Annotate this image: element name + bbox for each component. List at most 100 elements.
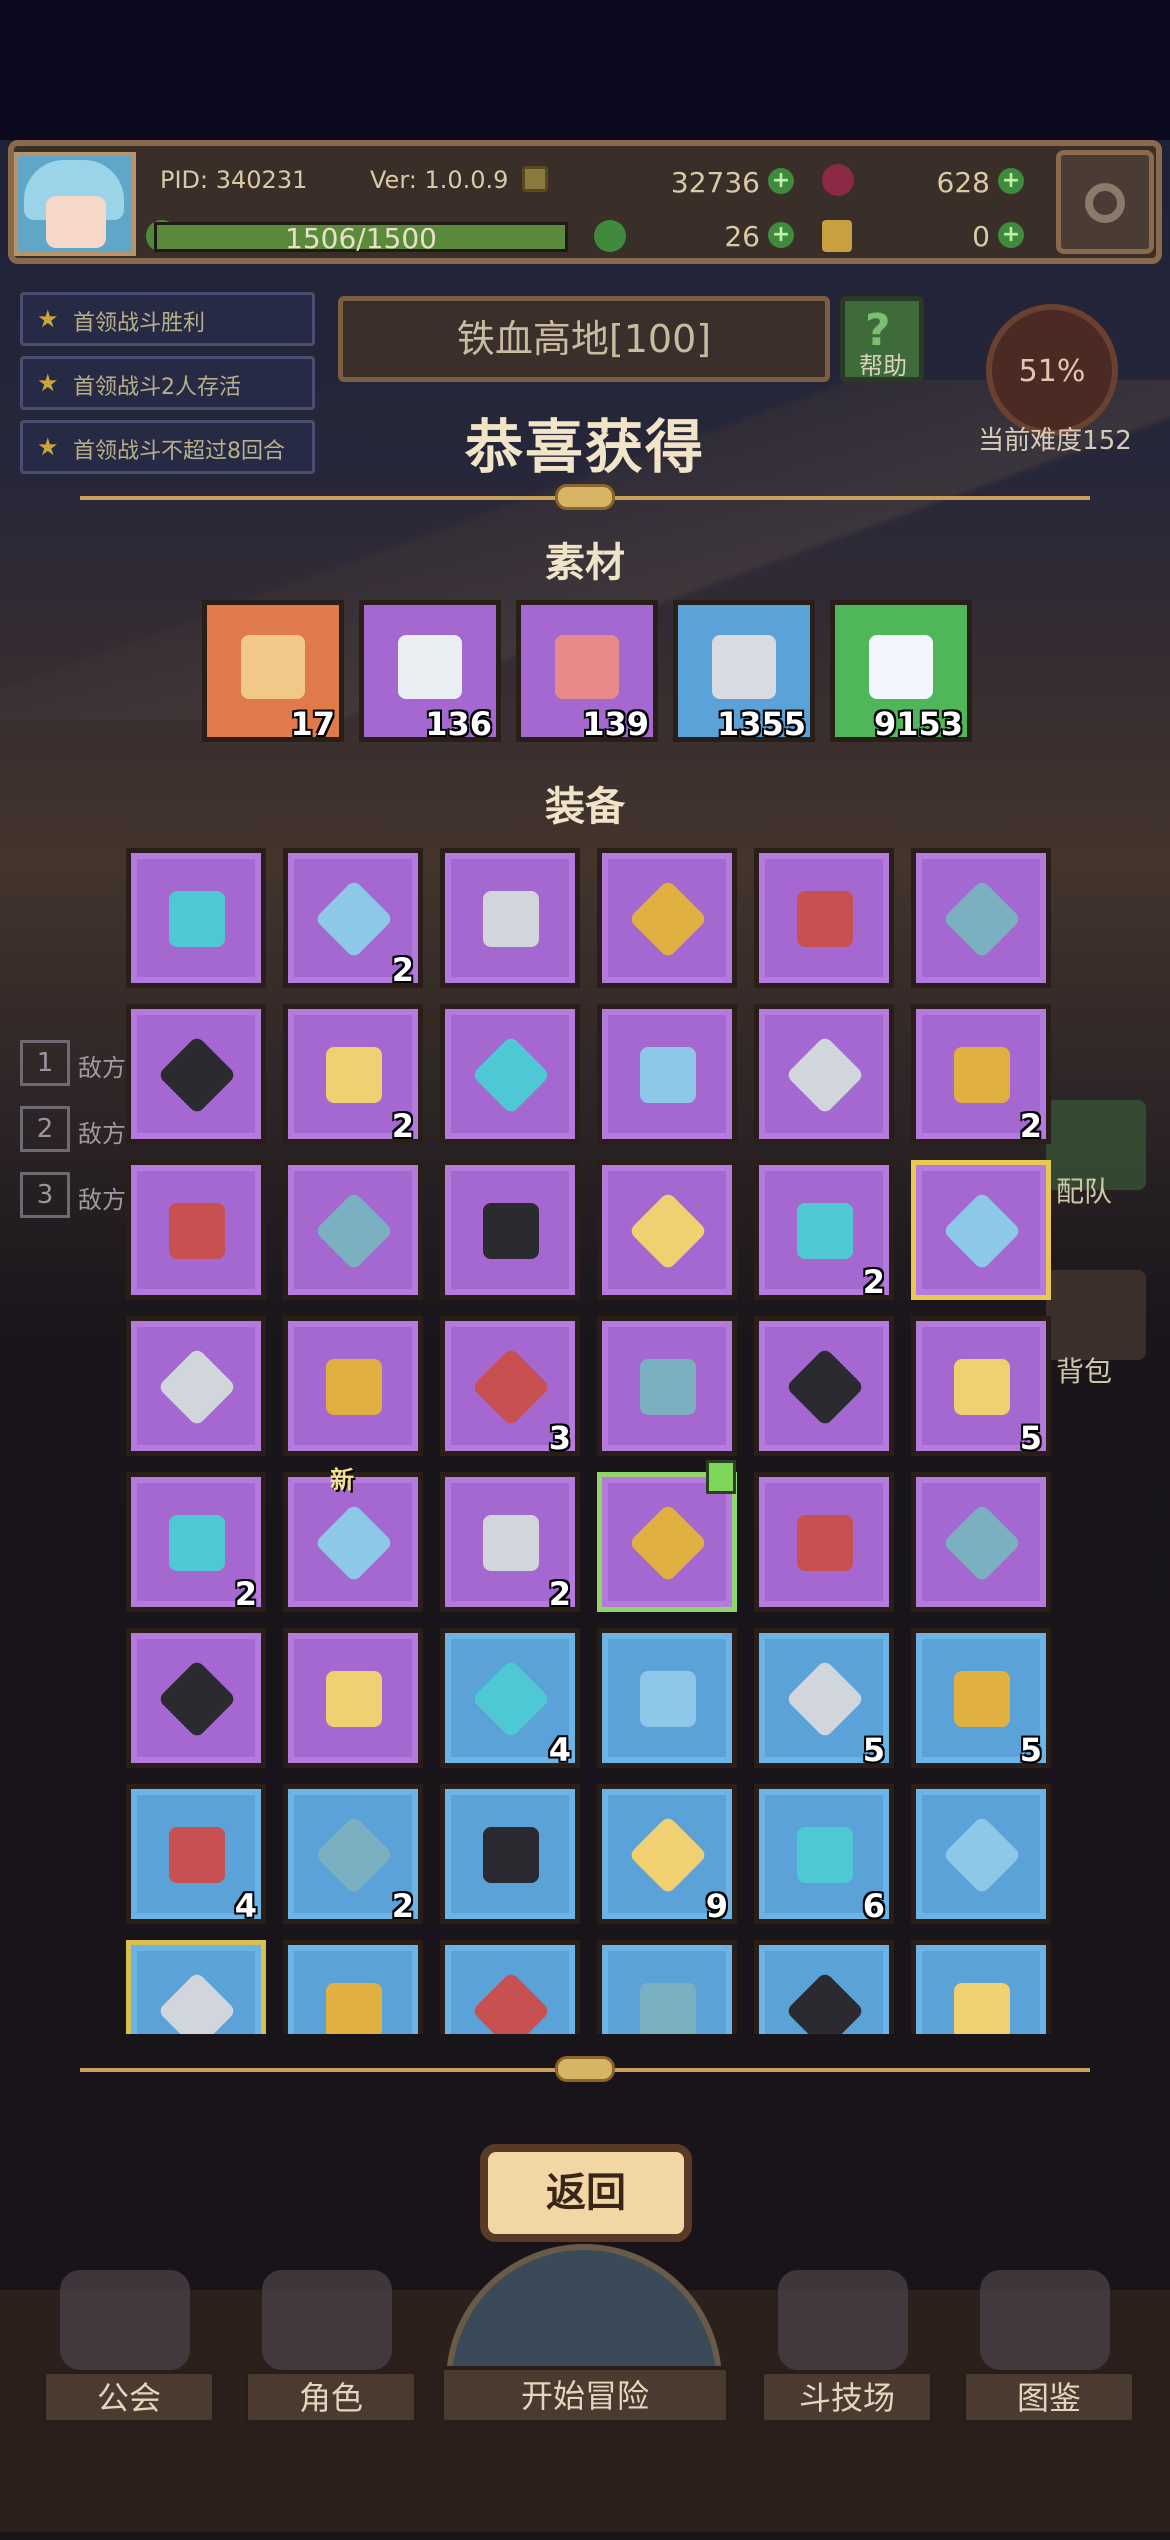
nav-character[interactable]: 角色	[244, 2370, 418, 2424]
material-slot[interactable]: 136	[359, 600, 501, 743]
green-bracelet-icon	[157, 1347, 237, 1427]
ruby-shield-icon	[785, 1971, 865, 2034]
equipment-slot[interactable]	[126, 848, 266, 988]
equipment-slot[interactable]: 9	[597, 1784, 737, 1925]
equipment-slot[interactable]: 4	[126, 1784, 266, 1925]
material-slot[interactable]: 1355	[673, 600, 815, 743]
equipment-slot[interactable]: 5	[911, 1628, 1051, 1769]
equipment-slot[interactable]	[597, 848, 737, 988]
equipment-slot[interactable]	[754, 1316, 894, 1456]
equipment-slot[interactable]: 2	[283, 848, 423, 989]
equipment-slot[interactable]: 2	[283, 1784, 423, 1925]
version-label: Ver: 1.0.0.9	[370, 166, 509, 194]
equipment-slot[interactable]	[283, 1316, 423, 1456]
gold-plus-icon[interactable]: +	[768, 168, 794, 194]
equipment-slot[interactable]	[754, 1004, 894, 1144]
equipment-slot[interactable]	[597, 1316, 737, 1456]
stage-name[interactable]: 铁血高地[100]	[338, 296, 830, 382]
rapier-icon	[628, 1815, 708, 1895]
equipment-slot[interactable]	[440, 848, 580, 988]
dagger-icon	[942, 879, 1022, 959]
shell-armor-icon	[954, 1047, 1010, 1103]
equipment-slot[interactable]: 3	[440, 1316, 580, 1457]
gem-amount: 628	[936, 166, 990, 199]
crossbow-icon	[169, 1827, 225, 1883]
swordfish-icon	[712, 635, 776, 699]
ice-crystal-icon	[314, 879, 394, 959]
equipment-count: 2	[391, 1107, 414, 1145]
equipment-slot[interactable]	[126, 1628, 266, 1768]
equipment-slot[interactable]: 5	[911, 1316, 1051, 1457]
equipment-slot[interactable]	[126, 1160, 266, 1300]
equipment-slot[interactable]	[754, 848, 894, 988]
equipment-slot[interactable]	[126, 1316, 266, 1456]
equipment-slot[interactable]	[597, 1940, 737, 2034]
material-count: 139	[582, 705, 649, 743]
equipment-slot[interactable]: 4	[440, 1628, 580, 1769]
equipment-slot[interactable]	[754, 1940, 894, 2034]
tome-icon	[797, 891, 853, 947]
equipment-slot[interactable]	[440, 1940, 580, 2034]
equipment-slot[interactable]	[283, 1940, 423, 2034]
equipment-slot[interactable]	[283, 1160, 423, 1300]
equipment-slot[interactable]	[911, 1940, 1051, 2034]
equipment-count: 5	[1019, 1419, 1042, 1457]
help-label: 帮助	[859, 352, 907, 380]
equipment-slot[interactable]	[911, 1160, 1051, 1300]
back-button[interactable]: 返回	[480, 2144, 692, 2242]
equipment-slot[interactable]	[911, 1472, 1051, 1612]
ice-necklace-icon	[314, 1503, 394, 1583]
equipment-slot[interactable]	[911, 1784, 1051, 1924]
gem-plus-icon[interactable]: +	[998, 168, 1024, 194]
clover-plus-icon[interactable]: +	[768, 222, 794, 248]
quest-label: 首领战斗2人存活	[73, 375, 241, 400]
equipment-slot[interactable]	[911, 848, 1051, 988]
equipment-slot[interactable]: 2	[754, 1160, 894, 1301]
codex-icon	[980, 2270, 1110, 2370]
star-icon: ★	[37, 369, 59, 397]
material-count: 1355	[716, 705, 806, 743]
equipment-slot[interactable]	[440, 1784, 580, 1924]
key-plus-icon[interactable]: +	[998, 222, 1024, 248]
robe-icon	[785, 1035, 865, 1115]
equipment-slot[interactable]: 2	[440, 1472, 580, 1613]
nav-guild[interactable]: 公会	[42, 2370, 216, 2424]
equipment-slot[interactable]	[440, 1160, 580, 1300]
equipment-count: 2	[391, 1887, 414, 1925]
equipment-slot[interactable]	[283, 1628, 423, 1768]
gold-armor-icon	[640, 1047, 696, 1103]
equipment-slot[interactable]	[126, 1940, 266, 2034]
equipment-scroll-area[interactable]: 2 2 2 2 3 5 2 2 4 5 5 4 2 9 6	[0, 842, 1170, 2034]
dark-cape-icon	[471, 1035, 551, 1115]
equipment-slot[interactable]	[597, 1628, 737, 1768]
nav-arena[interactable]: 斗技场	[760, 2370, 934, 2424]
settings-button[interactable]	[1056, 150, 1154, 254]
equipment-count: 4	[548, 1731, 571, 1769]
exp-label: 1506/1500	[285, 222, 437, 255]
gold-mace-icon	[797, 1827, 853, 1883]
equipment-slot[interactable]: 6	[754, 1784, 894, 1925]
equipment-slot[interactable]: 2	[283, 1004, 423, 1145]
bow-icon	[471, 1659, 551, 1739]
reward-title: 恭喜获得	[464, 413, 705, 481]
equipment-slot[interactable]	[126, 1004, 266, 1144]
ice-gauntlet-icon	[314, 1191, 394, 1271]
equipment-slot[interactable]	[597, 1160, 737, 1300]
equipment-slot[interactable]: 2	[911, 1004, 1051, 1145]
equipment-slot[interactable]: 5	[754, 1628, 894, 1769]
iron-boots-icon	[785, 1347, 865, 1427]
equipment-slot[interactable]: 2	[126, 1472, 266, 1613]
equipment-slot[interactable]	[597, 1004, 737, 1144]
crystal-ring-icon	[942, 1503, 1022, 1583]
nav-codex[interactable]: 图鉴	[962, 2370, 1136, 2424]
equipment-count: 3	[548, 1419, 571, 1457]
nav-start-adventure[interactable]: 开始冒险	[440, 2366, 730, 2424]
equipment-count: 9	[705, 1887, 728, 1925]
equipment-slot[interactable]	[754, 1472, 894, 1612]
clover-icon	[594, 220, 626, 252]
equipment-slot[interactable]	[440, 1004, 580, 1144]
material-slot[interactable]: 139	[516, 600, 658, 743]
material-slot[interactable]: 9153	[830, 600, 972, 743]
spear-icon	[483, 1827, 539, 1883]
material-slot[interactable]: 17	[202, 600, 344, 743]
